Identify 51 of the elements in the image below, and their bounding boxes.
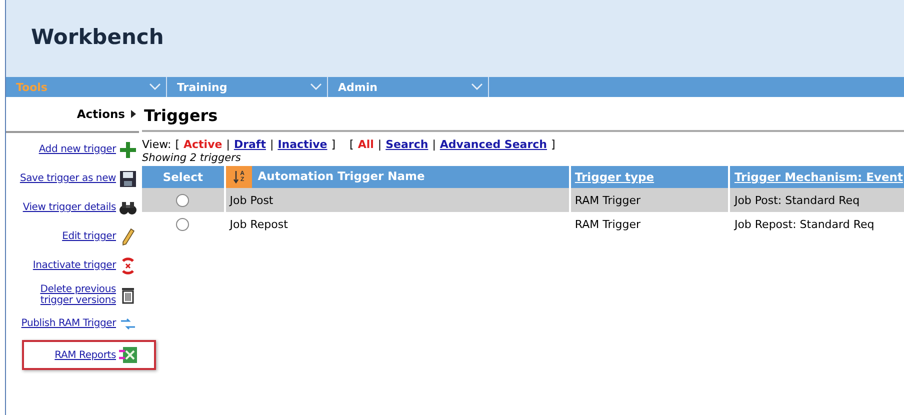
filter-link[interactable]: Advanced Search: [440, 138, 547, 151]
table-row[interactable]: Job Repost RAM Trigger Job Repost: Standard Req: [142, 212, 904, 236]
circular-arrows-icon: [119, 256, 137, 274]
result-count: Showing 2 triggers: [142, 151, 242, 166]
chevron-down-icon: [310, 83, 322, 91]
chevron-down-icon: [471, 83, 483, 91]
pencil-icon: [121, 228, 135, 246]
binoculars-icon: [119, 200, 137, 216]
action-link[interactable]: Add new trigger: [38, 144, 116, 155]
action-link[interactable]: Edit trigger: [62, 231, 116, 242]
filter-link[interactable]: All: [358, 138, 374, 151]
table-cell: RAM Trigger: [570, 188, 730, 212]
down-arrow-icon: [233, 170, 240, 184]
action-link[interactable]: View trigger details: [22, 202, 116, 213]
separator: |: [432, 138, 436, 151]
table-cell: Job Repost: [224, 212, 570, 236]
filter-link[interactable]: Search: [386, 138, 428, 151]
action-link[interactable]: Inactivate trigger: [32, 260, 116, 271]
radio-button[interactable]: [176, 194, 190, 207]
column-header: Select: [142, 166, 225, 188]
separator: |: [378, 138, 382, 151]
bracket: ]: [331, 138, 336, 151]
table-cell: Job Post: [224, 188, 570, 212]
radio-button[interactable]: [176, 218, 190, 231]
action-link[interactable]: RAM Reports: [54, 350, 116, 360]
trash-icon: [121, 286, 135, 304]
view-label: View:: [142, 138, 172, 151]
action-link[interactable]: Delete previous trigger versions: [8, 284, 116, 306]
action-link[interactable]: Publish RAM Trigger: [21, 318, 116, 329]
table-row[interactable]: Job Post RAM Trigger Job Post: Standard Req: [142, 188, 904, 212]
table-cell: Job Post: Standard Req: [729, 188, 904, 212]
table-cell: RAM Trigger: [570, 212, 730, 236]
column-title: Automation Trigger Name: [258, 169, 425, 184]
plus-icon: [119, 140, 137, 158]
table-cell: Job Repost: Standard Req: [729, 212, 904, 236]
filter-link[interactable]: Active: [184, 138, 222, 151]
sidebar-title: Actions: [76, 107, 125, 121]
triangle-icon: [131, 110, 136, 118]
bracket: [: [350, 138, 354, 151]
bracket: [: [175, 138, 180, 151]
spreadsheet-icon: [118, 346, 138, 364]
app-title: Workbench: [31, 25, 164, 49]
bracket: ]: [550, 138, 556, 151]
filter-link[interactable]: Inactive: [278, 138, 328, 151]
separator: |: [270, 138, 274, 151]
arrows-icon: [120, 318, 136, 330]
separator: |: [226, 138, 230, 151]
chevron-down-icon: [149, 83, 161, 91]
page-title: Triggers: [142, 97, 904, 132]
action-link[interactable]: Save trigger as new: [20, 173, 116, 184]
filter-link[interactable]: Draft: [234, 138, 266, 151]
